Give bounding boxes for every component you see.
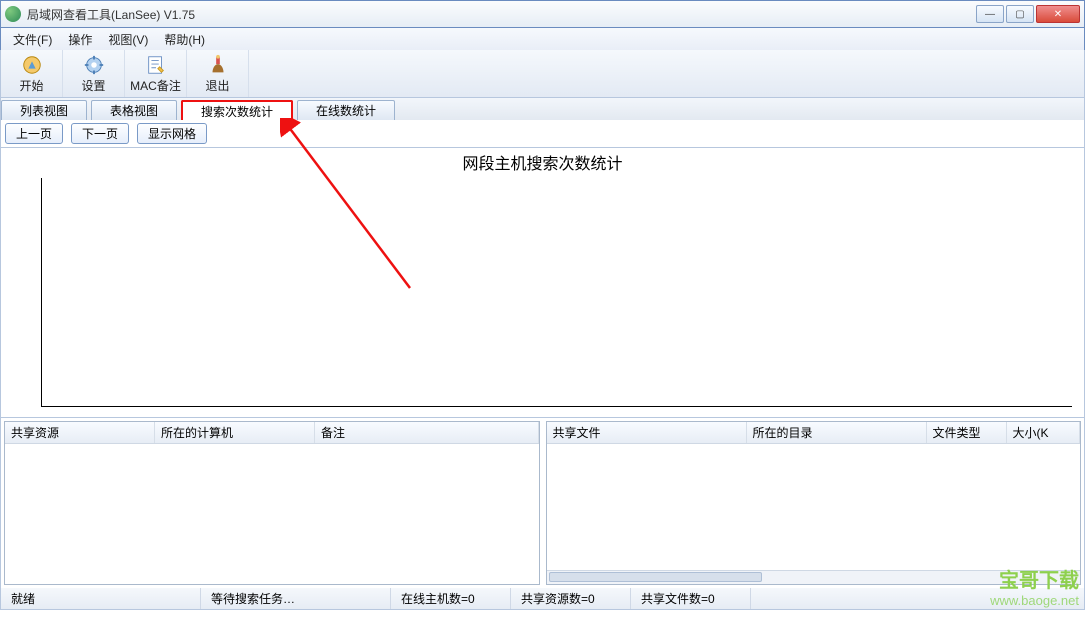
menu-file[interactable]: 文件(F)	[5, 29, 60, 50]
col-size[interactable]: 大小(K	[1007, 422, 1081, 443]
panel-right-scrollbar[interactable]	[547, 570, 1081, 584]
toolbar-macnote[interactable]: MAC备注	[125, 50, 187, 97]
tab-searchstats[interactable]: 搜索次数统计	[181, 100, 293, 120]
status-online-hosts: 在线主机数=0	[391, 588, 511, 609]
toolbar-exit-label: 退出	[205, 77, 229, 94]
prev-page-button[interactable]: 上一页	[5, 123, 63, 144]
tab-listview[interactable]: 列表视图	[1, 100, 87, 120]
col-shared-resource[interactable]: 共享资源	[5, 422, 155, 443]
next-page-button[interactable]: 下一页	[71, 123, 129, 144]
chart-frame	[41, 178, 1072, 407]
col-directory[interactable]: 所在的目录	[747, 422, 927, 443]
status-bar: 就绪 等待搜索任务… 在线主机数=0 共享资源数=0 共享文件数=0	[0, 588, 1085, 610]
toolbar-macnote-label: MAC备注	[130, 77, 181, 94]
tab-tableview[interactable]: 表格视图	[91, 100, 177, 120]
panel-shared-resources: 共享资源 所在的计算机 备注	[4, 421, 540, 585]
menu-help[interactable]: 帮助(H)	[156, 29, 213, 50]
settings-icon	[83, 54, 105, 76]
minimize-button[interactable]: —	[976, 5, 1004, 23]
toolbar-settings-label: 设置	[81, 77, 105, 94]
status-shared-files: 共享文件数=0	[631, 588, 751, 609]
col-note[interactable]: 备注	[315, 422, 539, 443]
close-button[interactable]: ✕	[1036, 5, 1080, 23]
tab-bar: 列表视图 表格视图 搜索次数统计 在线数统计	[0, 98, 1085, 120]
toolbar: 开始 设置 MAC备注 退出	[0, 50, 1085, 98]
status-shared-res: 共享资源数=0	[511, 588, 631, 609]
status-ready: 就绪	[1, 588, 201, 609]
toolbar-start[interactable]: 开始	[1, 50, 63, 97]
panel-left-body[interactable]	[5, 444, 539, 584]
chart-title: 网段主机搜索次数统计	[462, 150, 622, 174]
panel-left-header: 共享资源 所在的计算机 备注	[5, 422, 539, 444]
toolbar-exit[interactable]: 退出	[187, 50, 249, 97]
panel-right-body[interactable]	[547, 444, 1081, 570]
toolbar-settings[interactable]: 设置	[63, 50, 125, 97]
col-computer[interactable]: 所在的计算机	[155, 422, 315, 443]
menu-view[interactable]: 视图(V)	[100, 29, 156, 50]
panel-right-header: 共享文件 所在的目录 文件类型 大小(K	[547, 422, 1081, 444]
toolbar-start-label: 开始	[19, 77, 43, 94]
show-grid-button[interactable]: 显示网格	[137, 123, 207, 144]
exit-icon	[207, 54, 229, 76]
col-shared-file[interactable]: 共享文件	[547, 422, 747, 443]
note-icon	[145, 54, 167, 76]
chart-area: 网段主机搜索次数统计	[0, 148, 1085, 418]
col-filetype[interactable]: 文件类型	[927, 422, 1007, 443]
title-bar: 局域网查看工具(LanSee) V1.75 — ▢ ✕	[0, 0, 1085, 28]
scrollbar-thumb[interactable]	[549, 572, 762, 582]
start-icon	[21, 54, 43, 76]
sub-toolbar: 上一页 下一页 显示网格	[0, 120, 1085, 148]
window-buttons: — ▢ ✕	[976, 5, 1080, 23]
maximize-button[interactable]: ▢	[1006, 5, 1034, 23]
menu-bar: 文件(F) 操作 视图(V) 帮助(H)	[0, 28, 1085, 50]
app-icon	[5, 6, 21, 22]
window-title: 局域网查看工具(LanSee) V1.75	[27, 6, 976, 23]
bottom-panels: 共享资源 所在的计算机 备注 共享文件 所在的目录 文件类型 大小(K	[0, 418, 1085, 588]
status-waiting: 等待搜索任务…	[201, 588, 391, 609]
tab-onlinestats[interactable]: 在线数统计	[297, 100, 395, 120]
panel-shared-files: 共享文件 所在的目录 文件类型 大小(K	[546, 421, 1082, 585]
menu-operate[interactable]: 操作	[60, 29, 100, 50]
